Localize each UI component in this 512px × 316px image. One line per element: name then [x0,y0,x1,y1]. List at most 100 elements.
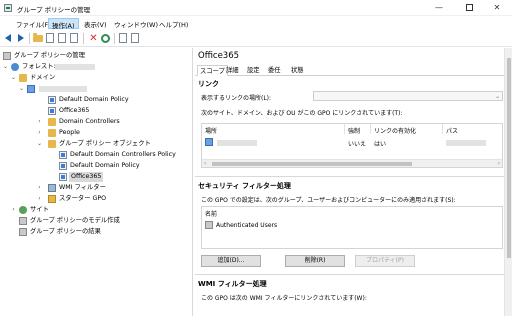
delete-x-icon: ✕ [89,33,98,44]
toolbar: ✕ [0,30,512,47]
collapse-chevron-icon[interactable]: › [11,205,16,215]
details-pane: Office365 スコープ 詳細 設定 委任 状態 リンク 表示するリンクの場… [195,48,512,316]
security-entry-name: Authenticated Users [216,222,278,229]
row-link-enabled: はい [374,141,387,148]
tree-icon [46,33,54,43]
column-enforced[interactable]: 強制 [348,126,360,135]
menu-view[interactable]: 表示(V) [81,18,110,29]
gpo-icon [59,162,67,170]
security-filtering-note: この GPO での設定は、次のグループ、ユーザーおよびコンピューターにのみ適用さ… [201,197,456,204]
security-filter-list: 名前 Authenticated Users [201,206,503,249]
window-title: グループ ポリシーの管理 [17,6,91,14]
ou-folder-icon [48,129,56,137]
collapse-chevron-icon[interactable]: › [37,194,42,204]
expand-chevron-icon[interactable]: ⌄ [3,62,8,72]
scroll-right-icon[interactable]: › [498,160,500,168]
sites-icon [19,206,27,214]
column-name[interactable]: 名前 [205,209,217,218]
section-divider [195,274,504,275]
domains-folder-icon [19,74,27,82]
menu-window[interactable]: ウィンドウ(W) [111,18,161,29]
delete-button[interactable]: ✕ [88,33,99,44]
list-item[interactable]: Authenticated Users [202,220,482,231]
group-icon [205,221,213,229]
gpo-link-icon [48,96,56,104]
copy-icon [58,33,66,43]
minimize-button[interactable]: — [424,0,454,16]
up-folder-button[interactable] [33,33,44,44]
help-button[interactable] [118,33,129,44]
redacted-forest-name [55,64,95,70]
folder-up-icon [33,33,43,42]
maximize-button[interactable] [454,0,484,16]
collapse-chevron-icon[interactable]: › [37,183,42,193]
ou-folder-icon [48,118,56,126]
links-table: 場所 強制 リンクの有効化 パス いいえ はい ‹ › [201,123,503,168]
toolbar-separator [83,33,84,44]
chevron-down-icon: ⌄ [494,93,500,100]
scrollbar-thumb[interactable] [212,162,412,166]
redacted-domain-name [39,86,87,92]
expand-chevron-icon[interactable]: ⌄ [11,73,16,83]
expand-chevron-icon[interactable]: ⌄ [37,139,42,149]
forest-icon [11,63,19,71]
results-icon [19,228,27,236]
properties-button[interactable]: プロパティ(P) [355,255,415,267]
links-heading: リンク [198,80,219,88]
column-path[interactable]: パス [446,126,458,135]
security-filtering-heading: セキュリティ フィルター処理 [198,182,291,190]
forward-button[interactable] [15,33,26,44]
tab-details[interactable]: 詳細 [224,65,241,76]
tab-settings[interactable]: 設定 [245,65,262,76]
properties-button[interactable] [130,33,141,44]
tab-strip: スコープ 詳細 設定 委任 状態 [195,65,512,76]
gpmc-app-icon [4,4,12,12]
table-row[interactable]: いいえ はい [202,137,502,148]
redacted-location [217,140,257,146]
column-link-enabled[interactable]: リンクの有効化 [374,126,416,135]
toolbar-separator [29,33,30,44]
column-divider [370,124,371,134]
close-button[interactable]: ✕ [482,0,512,16]
modeling-icon [19,217,27,225]
column-divider [442,124,443,134]
link-location-dropdown[interactable]: ⌄ [313,91,503,101]
properties-icon [131,33,139,43]
scrollbar-thumb[interactable] [507,58,511,258]
remove-button[interactable]: 削除(R) [285,255,345,267]
expand-chevron-icon[interactable]: ⌄ [19,84,24,94]
gpo-link-icon [48,107,56,115]
starter-gpo-icon [48,195,56,203]
collapse-chevron-icon[interactable]: › [37,117,42,127]
gpo-title: Office365 [198,51,240,61]
details-vertical-scrollbar[interactable] [504,48,512,316]
refresh-button[interactable] [100,33,111,44]
tab-status[interactable]: 状態 [289,65,306,76]
links-horizontal-scrollbar[interactable]: ‹ › [202,159,502,167]
link-location-label: 表示するリンクの場所(L): [201,95,272,102]
collapse-chevron-icon[interactable]: › [37,128,42,138]
back-button[interactable] [3,33,14,44]
paste-button[interactable] [69,33,80,44]
add-button[interactable]: 追加(D)... [201,255,261,267]
menu-action[interactable]: 操作(A) [48,18,79,30]
domain-icon [27,85,35,93]
wmi-folder-icon [48,184,56,192]
show-tree-button[interactable] [45,33,56,44]
menu-bar: ファイル(F) 操作(A) 表示(V) ウィンドウ(W) ヘルプ(H) [0,16,512,30]
toolbar-separator [114,33,115,44]
tab-delegation[interactable]: 委任 [266,65,283,76]
tree-item-domain[interactable]: ⌄ [19,84,119,94]
back-arrow-icon [5,34,11,42]
copy-button[interactable] [57,33,68,44]
console-tree: グループ ポリシーの管理 ⌄ フォレスト: ⌄ ドメイン ⌄ Default D… [0,48,193,316]
paste-icon [70,33,78,43]
tree-item-forest[interactable]: ⌄ フォレスト: [3,62,123,72]
column-location[interactable]: 場所 [205,126,217,135]
gpo-folder-icon [48,140,56,148]
menu-help[interactable]: ヘルプ(H) [156,18,191,29]
gpo-icon [59,173,67,181]
scroll-left-icon[interactable]: ‹ [204,160,206,168]
redacted-path [446,140,486,146]
title-bar: グループ ポリシーの管理 — ✕ [0,0,512,16]
